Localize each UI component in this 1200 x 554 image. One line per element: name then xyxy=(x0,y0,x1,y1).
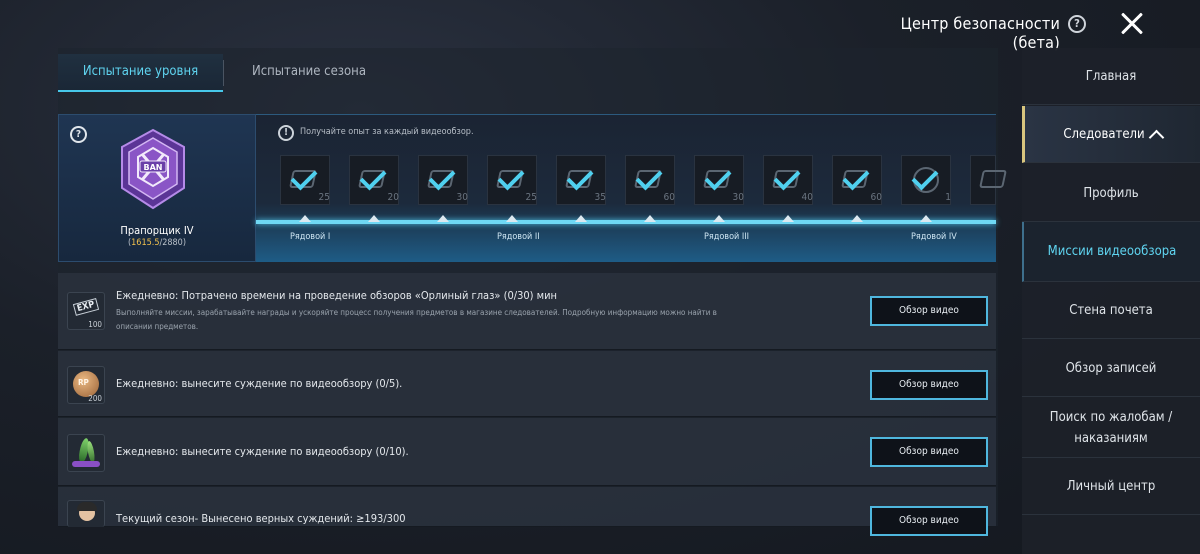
reward-value: 30 xyxy=(456,192,468,203)
rp-reward-icon: RP 200 xyxy=(67,366,105,404)
tab-season-challenge[interactable]: Испытание сезона xyxy=(224,54,394,90)
avatar-hair-icon xyxy=(77,502,97,511)
tier-label: Рядовой I xyxy=(290,232,331,242)
rank-help-icon[interactable]: ? xyxy=(70,126,87,143)
sidebar-item-label: Обзор записей xyxy=(1065,360,1157,376)
reward-item[interactable]: 25 xyxy=(487,155,537,205)
reward-item-partial xyxy=(970,155,1007,205)
track-marker xyxy=(368,215,380,222)
sidebar-item-label: Личный центр xyxy=(1066,478,1156,494)
rank-xp-max: /2880 xyxy=(159,238,183,248)
tier-label: Рядовой II xyxy=(497,232,540,242)
track-marker xyxy=(644,215,656,222)
track-marker xyxy=(437,215,449,222)
review-video-button[interactable]: Обзор видео xyxy=(870,506,988,536)
item-reward-icon xyxy=(67,434,105,472)
reward-item[interactable]: 60 xyxy=(832,155,882,205)
rank-name: Прапорщик IV xyxy=(120,224,194,237)
sidebar-item-profile[interactable]: Профиль xyxy=(1022,165,1200,222)
tier-label: Рядовой III xyxy=(704,232,750,242)
sidebar-item-label: Профиль xyxy=(1083,185,1139,201)
reward-count: 100 xyxy=(88,320,102,329)
purple-base-icon xyxy=(72,461,100,467)
rank-xp: (1615.5/2880) xyxy=(127,238,186,248)
reward-value: 25 xyxy=(525,192,537,203)
sidebar-item-label: Поиск по жалобам /наказаниям xyxy=(1049,409,1173,446)
review-video-button[interactable]: Обзор видео xyxy=(870,437,988,467)
help-icon[interactable]: ? xyxy=(1068,15,1086,33)
sidebar-item-home[interactable]: Главная xyxy=(1022,48,1200,105)
video-card-icon xyxy=(979,170,1007,188)
rank-badge-text: BAN xyxy=(144,163,163,172)
reward-value: 60 xyxy=(870,192,882,203)
mission-title: Ежедневно: вынесите суждение по видеообз… xyxy=(116,445,409,458)
rank-xp-current: 1615.5 xyxy=(131,238,160,248)
reward-value: 60 xyxy=(663,192,675,203)
reward-value: 1 xyxy=(945,192,951,203)
chevron-up-icon xyxy=(1148,129,1164,145)
avatar-reward-icon xyxy=(67,500,105,527)
reward-value: 30 xyxy=(732,192,744,203)
sidebar-item-label: Стена почета xyxy=(1069,302,1153,318)
track-marker xyxy=(299,215,311,222)
exp-reward-icon: EXP 100 xyxy=(67,292,105,330)
reward-item[interactable]: 25 xyxy=(280,155,330,205)
track-marker xyxy=(851,215,863,222)
close-icon[interactable] xyxy=(1116,8,1148,40)
track-marker xyxy=(506,215,518,222)
info-icon: ! xyxy=(278,125,294,141)
reward-item[interactable]: 35 xyxy=(556,155,606,205)
mission-description: Выполняйте миссии, зарабатывайте награды… xyxy=(116,308,717,331)
page-title: Центр безопасности (бета) xyxy=(900,14,1060,52)
reward-item[interactable]: 20 xyxy=(349,155,399,205)
leaf-icon xyxy=(86,440,96,464)
track-marker xyxy=(713,215,725,222)
track-marker xyxy=(575,215,587,222)
tier-label: Рядовой IV xyxy=(911,232,957,242)
mission-title: Текущий сезон- Вынесено верных суждений:… xyxy=(116,512,406,525)
reward-value: 35 xyxy=(594,192,606,203)
reward-value: 25 xyxy=(318,192,330,203)
exp-icon-label: EXP xyxy=(72,298,99,316)
tab-level-challenge[interactable]: Испытание уровня xyxy=(58,54,223,92)
sidebar-item-label: Главная xyxy=(1085,68,1137,84)
sidebar-item-report-search[interactable]: Поиск по жалобам /наказаниям xyxy=(1022,398,1200,458)
review-video-button[interactable]: Обзор видео xyxy=(870,296,988,326)
reward-item[interactable]: 60 xyxy=(625,155,675,205)
sidebar-item-honor-wall[interactable]: Стена почета xyxy=(1022,282,1200,339)
sidebar-item-record-review[interactable]: Обзор записей xyxy=(1022,340,1200,397)
sidebar-item-label: Следователи xyxy=(1063,126,1145,142)
sidebar-item-label: Миссии видеообзора xyxy=(1047,244,1177,259)
reward-value: 40 xyxy=(801,192,813,203)
track-marker xyxy=(782,215,794,222)
track-marker xyxy=(920,215,932,222)
reward-item[interactable]: 30 xyxy=(694,155,744,205)
progress-track xyxy=(256,220,996,224)
reward-count: 200 xyxy=(88,394,102,403)
rp-icon-label: RP xyxy=(78,378,89,387)
sidebar-item-video-missions[interactable]: Миссии видеообзора xyxy=(1022,222,1200,282)
sidebar-item-investigators[interactable]: Следователи xyxy=(1022,106,1200,163)
reward-item[interactable]: 1 xyxy=(901,155,951,205)
review-video-button[interactable]: Обзор видео xyxy=(870,370,988,400)
rank-badge-icon: BAN xyxy=(121,128,185,210)
mission-title: Ежедневно: вынесите суждение по видеообз… xyxy=(116,377,403,390)
reward-value: 20 xyxy=(387,192,399,203)
reward-item[interactable]: 40 xyxy=(763,155,813,205)
mission-title: Ежедневно: Потрачено времени на проведен… xyxy=(116,289,558,302)
strip-info-text: Получайте опыт за каждый видеообзор. xyxy=(300,127,474,137)
reward-item[interactable]: 30 xyxy=(418,155,468,205)
sidebar-item-personal-center[interactable]: Личный центр xyxy=(1022,458,1200,515)
